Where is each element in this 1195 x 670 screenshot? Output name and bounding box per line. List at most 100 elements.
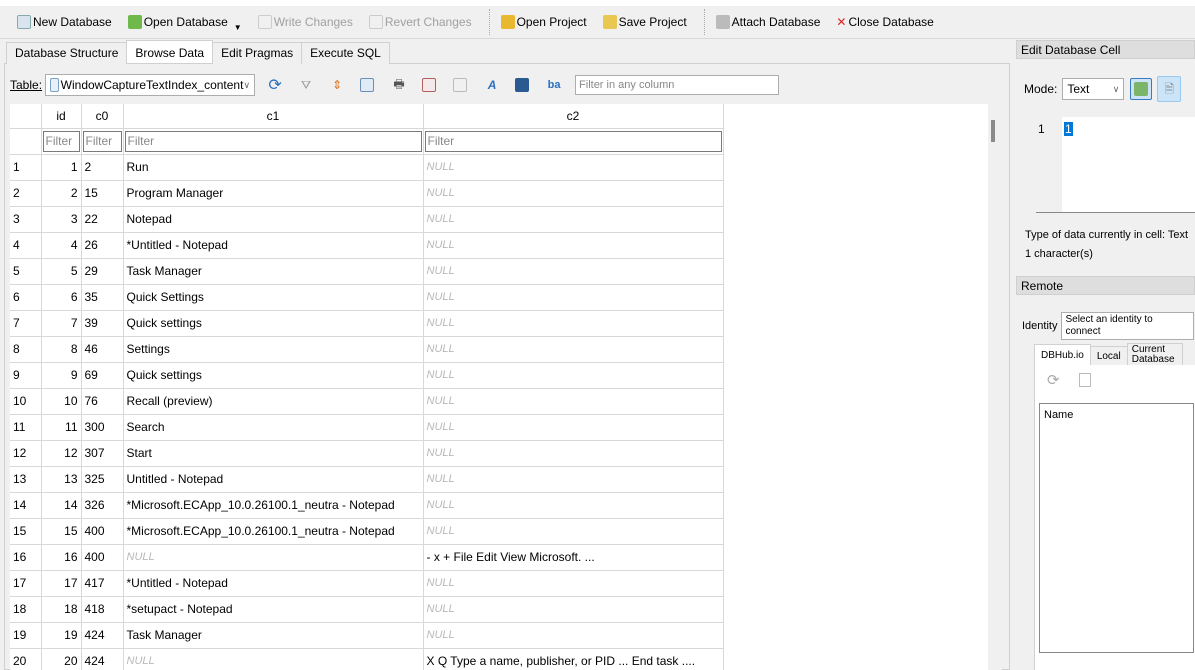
table-row[interactable]: 12 12 307 Start NULL [10,440,724,467]
cell-id[interactable]: 11 [41,414,82,441]
close-database-button[interactable]: ✕ Close Database [831,9,938,35]
row-number[interactable]: 10 [10,388,42,415]
column-header-id[interactable]: id [41,104,82,129]
cell-c1[interactable]: Untitled - Notepad [123,466,424,493]
table-select[interactable]: WindowCaptureTextIndex_content ∨ [45,74,256,96]
row-number[interactable]: 3 [10,206,42,233]
cell-c1[interactable]: Settings [123,336,424,363]
row-number[interactable]: 5 [10,258,42,285]
remote-list[interactable]: Name [1039,403,1194,653]
cell-c0[interactable]: 39 [81,310,124,337]
cell-c0[interactable]: 326 [81,492,124,519]
open-project-button[interactable]: Open Project [496,9,592,35]
cell-c0[interactable]: 325 [81,466,124,493]
cell-c1[interactable]: Quick settings [123,310,424,337]
table-row[interactable]: 3 3 22 Notepad NULL [10,206,724,233]
scrollbar-thumb[interactable] [991,120,995,142]
cell-id[interactable]: 10 [41,388,82,415]
print-button[interactable]: 🖶 [388,74,410,96]
table-row[interactable]: 15 15 400 *Microsoft.ECApp_10.0.26100.1_neu… [10,518,724,545]
clear-filters-button[interactable]: ⛛ [295,74,317,96]
cell-c0[interactable]: 22 [81,206,124,233]
tab-database-structure[interactable]: Database Structure [6,42,128,64]
row-number[interactable]: 17 [10,570,42,597]
row-number[interactable]: 20 [10,648,42,670]
cell-id[interactable]: 14 [41,492,82,519]
row-number[interactable]: 19 [10,622,42,649]
cell-id[interactable]: 9 [41,362,82,389]
cell-c2[interactable]: NULL [423,596,724,623]
cell-id[interactable]: 7 [41,310,82,337]
cell-id[interactable]: 6 [41,284,82,311]
table-row[interactable]: 14 14 326 *Microsoft.ECApp_10.0.26100.1_neu… [10,492,724,519]
row-number[interactable]: 12 [10,440,42,467]
cell-c1[interactable]: Notepad [123,206,424,233]
cell-id[interactable]: 15 [41,518,82,545]
vertical-scrollbar[interactable] [988,104,1002,670]
cell-c2[interactable]: NULL [423,154,724,181]
cell-c2[interactable]: NULL [423,518,724,545]
cell-c2[interactable]: NULL [423,232,724,259]
tab-edit-pragmas[interactable]: Edit Pragmas [212,42,303,64]
cell-id[interactable]: 2 [41,180,82,207]
cell-c1[interactable]: NULL [123,648,424,670]
row-number[interactable]: 15 [10,518,42,545]
cell-id[interactable]: 8 [41,336,82,363]
cell-c2[interactable]: NULL [423,492,724,519]
cell-c2[interactable]: NULL [423,414,724,441]
row-number[interactable]: 4 [10,232,42,259]
table-row[interactable]: 8 8 46 Settings NULL [10,336,724,363]
cell-c2[interactable]: - x + File Edit View Microsoft. ... [423,544,724,571]
row-number[interactable]: 8 [10,336,42,363]
table-row[interactable]: 4 4 26 *Untitled - Notepad NULL [10,232,724,259]
find-replace-button[interactable] [512,74,534,96]
row-number[interactable]: 1 [10,154,42,181]
identity-select[interactable]: Select an identity to connect [1061,312,1194,340]
dropdown-arrow-icon[interactable]: ▼ [234,23,242,32]
insert-record-button[interactable] [419,74,441,96]
row-number[interactable]: 18 [10,596,42,623]
table-row[interactable]: 2 2 15 Program Manager NULL [10,180,724,207]
filter-input-c2[interactable]: Filter [424,130,722,152]
open-database-button[interactable]: Open Database ▼ [123,9,247,35]
cell-c0[interactable]: 424 [81,622,124,649]
cell-id[interactable]: 18 [41,596,82,623]
clone-icon[interactable] [1079,373,1091,387]
cell-c2[interactable]: NULL [423,336,724,363]
cell-c1[interactable]: Task Manager [123,622,424,649]
filter-any-column-input[interactable]: Filter in any column [575,75,780,95]
cell-c1[interactable]: *Untitled - Notepad [123,570,424,597]
cell-c0[interactable]: 424 [81,648,124,670]
cell-id[interactable]: 20 [41,648,82,670]
attach-database-button[interactable]: Attach Database [711,9,826,35]
cell-id[interactable]: 16 [41,544,82,571]
column-header-c0[interactable]: c0 [81,104,124,129]
cell-c0[interactable]: 29 [81,258,124,285]
cell-id[interactable]: 12 [41,440,82,467]
refresh-button[interactable]: ⟳ [264,74,286,96]
cell-id[interactable]: 13 [41,466,82,493]
table-row[interactable]: 17 17 417 *Untitled - Notepad NULL [10,570,724,597]
row-number[interactable]: 9 [10,362,42,389]
cell-c2[interactable]: NULL [423,466,724,493]
cell-c0[interactable]: 76 [81,388,124,415]
cell-c1[interactable]: Task Manager [123,258,424,285]
find-button[interactable]: A [481,74,503,96]
table-row[interactable]: 7 7 39 Quick settings NULL [10,310,724,337]
cell-c1[interactable]: Quick Settings [123,284,424,311]
write-changes-button[interactable]: Write Changes [253,9,358,35]
filter-input-c0[interactable]: Filter [82,130,122,152]
cell-c2[interactable]: NULL [423,284,724,311]
tab-local[interactable]: Local [1089,346,1128,366]
revert-changes-button[interactable]: Revert Changes [364,9,477,35]
column-header-c2[interactable]: c2 [423,104,724,129]
cell-c2[interactable]: NULL [423,362,724,389]
cell-c0[interactable]: 400 [81,518,124,545]
table-row[interactable]: 1 1 2 Run NULL [10,154,724,181]
cell-c1[interactable]: Program Manager [123,180,424,207]
cell-c1[interactable]: Start [123,440,424,467]
cell-c2[interactable]: X Q Type a name, publisher, or PID ... E… [423,648,724,670]
clear-sorting-button[interactable]: ⇕ [326,74,348,96]
tab-dbhub[interactable]: DBHub.io [1034,344,1091,366]
tab-browse-data[interactable]: Browse Data [126,40,214,63]
